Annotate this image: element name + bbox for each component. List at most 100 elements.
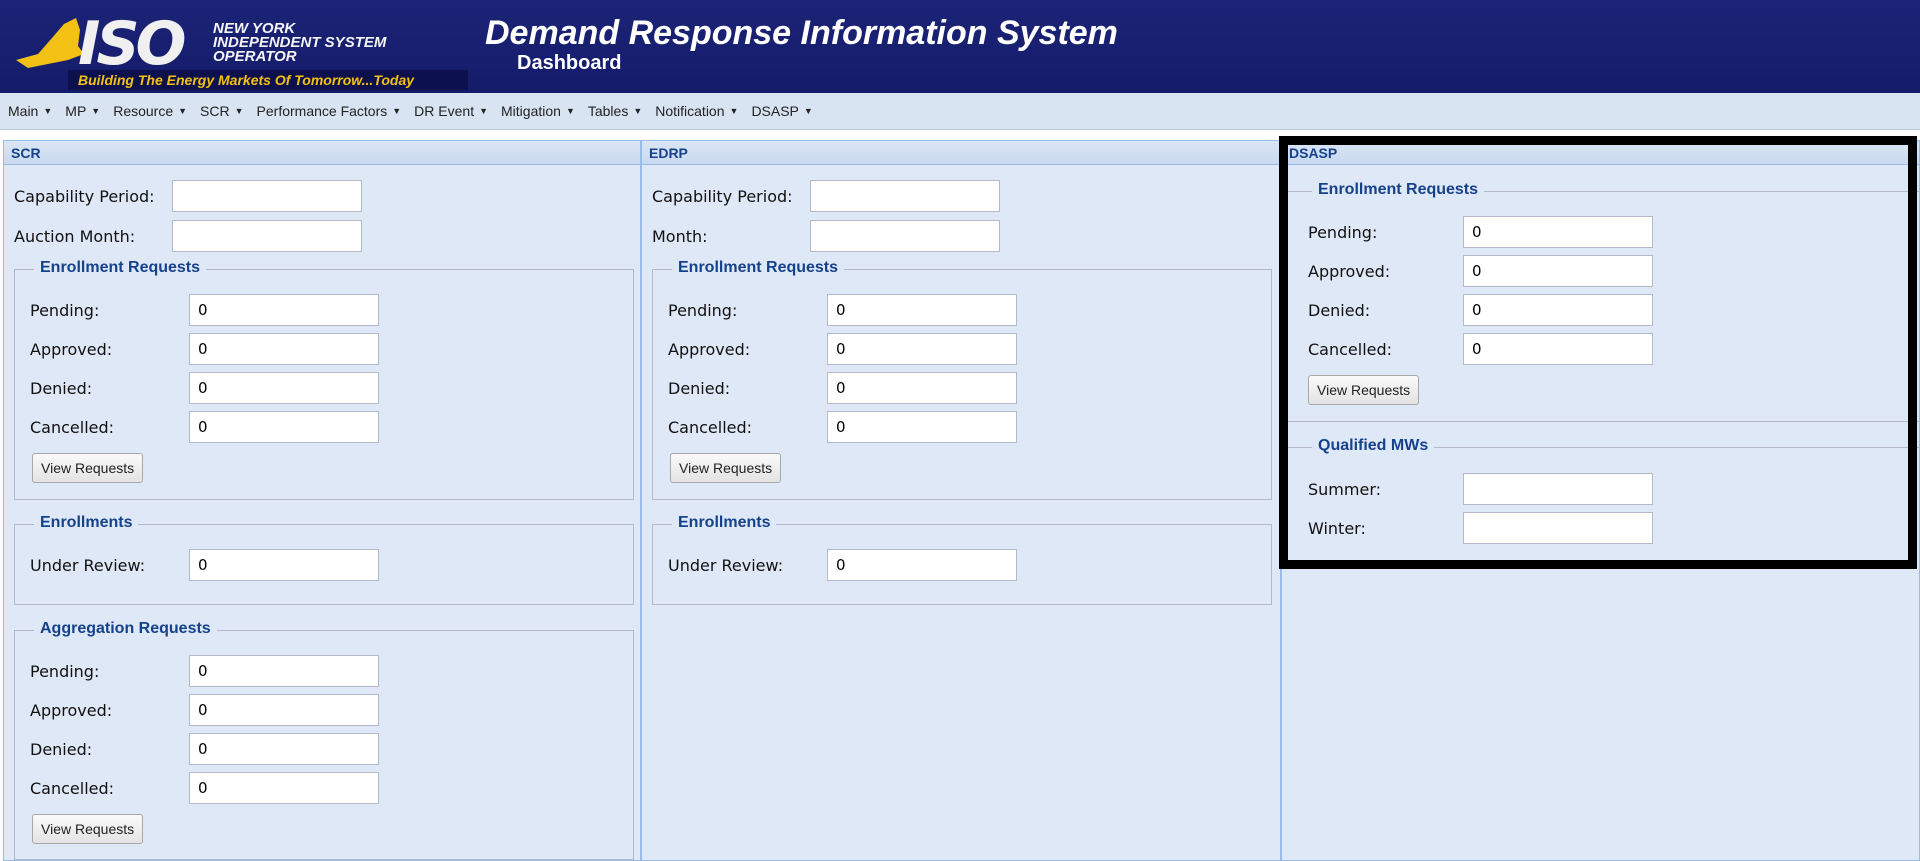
edrp-er-denied-input[interactable]: 0	[827, 372, 1017, 404]
dsasp-er-cancelled-input[interactable]: 0	[1463, 333, 1653, 365]
edrp-enrollments-legend: Enrollments	[672, 514, 777, 532]
edrp-capability-period-input[interactable]	[810, 180, 1000, 212]
edrp-er-cancelled-label: Cancelled:	[668, 417, 753, 437]
chevron-down-icon: ▼	[565, 106, 575, 116]
menu-resource[interactable]: Resource ▼	[113, 103, 187, 119]
scr-ar-denied-label: Denied:	[30, 739, 93, 759]
chevron-down-icon: ▼	[178, 106, 188, 116]
scr-under-review-label: Under Review:	[30, 555, 146, 575]
edrp-view-requests-button[interactable]: View Requests	[670, 453, 782, 483]
chevron-down-icon: ▼	[234, 106, 244, 116]
menu-dsasp-label: DSASP	[751, 103, 799, 119]
scr-er-approved-input[interactable]: 0	[189, 333, 379, 365]
dsasp-panel: DSASP Enrollment Requests Pending: 0 App…	[1281, 140, 1920, 861]
scr-ar-denied-input[interactable]: 0	[189, 733, 379, 765]
logo-tagline: Building The Energy Markets Of Tomorrow.…	[68, 70, 468, 90]
menu-notification[interactable]: Notification ▼	[655, 103, 738, 119]
edrp-under-review-label: Under Review:	[668, 555, 784, 575]
scr-er-pending-input[interactable]: 0	[189, 294, 379, 326]
edrp-panel: EDRP Capability Period: Month: Enrollmen…	[641, 140, 1281, 861]
menu-scr-label: SCR	[200, 103, 230, 119]
scr-ar-cancelled-label: Cancelled:	[30, 778, 115, 798]
dsasp-er-approved-input[interactable]: 0	[1463, 255, 1653, 287]
chevron-down-icon: ▼	[729, 106, 739, 116]
menu-mitigation-label: Mitigation	[501, 103, 561, 119]
edrp-er-cancelled-input[interactable]: 0	[827, 411, 1017, 443]
main-menu-bar: Main ▼ MP ▼ Resource ▼ SCR ▼ Performance Fac…	[0, 93, 1920, 130]
chevron-down-icon: ▼	[91, 106, 101, 116]
scr-er-pending-label: Pending:	[30, 300, 100, 320]
dsasp-summer-label: Summer:	[1308, 479, 1381, 499]
menu-scr[interactable]: SCR ▼	[200, 103, 243, 119]
dsasp-er-cancelled-label: Cancelled:	[1308, 339, 1393, 359]
edrp-er-denied-label: Denied:	[668, 378, 731, 398]
menu-performance-factors[interactable]: Performance Factors ▼	[257, 103, 402, 119]
dsasp-winter-input[interactable]	[1463, 512, 1653, 544]
menu-dsasp[interactable]: DSASP ▼	[751, 103, 812, 119]
scr-er-cancelled-label: Cancelled:	[30, 417, 115, 437]
scr-aggregation-requests-legend: Aggregation Requests	[34, 620, 217, 638]
menu-dr-event[interactable]: DR Event ▼	[414, 103, 488, 119]
dsasp-view-requests-button[interactable]: View Requests	[1308, 375, 1420, 405]
dsasp-enrollment-requests-legend: Enrollment Requests	[1312, 181, 1485, 199]
edrp-under-review-input[interactable]: 0	[827, 549, 1017, 581]
dsasp-er-denied-input[interactable]: 0	[1463, 294, 1653, 326]
nyiso-logo: ISO NEW YORK INDEPENDENT SYSTEM OPERATOR…	[8, 8, 468, 90]
dsasp-qualified-mws-legend: Qualified MWs	[1312, 437, 1435, 455]
edrp-panel-title: EDRP	[642, 141, 1280, 165]
scr-er-denied-input[interactable]: 0	[189, 372, 379, 404]
scr-ar-cancelled-input[interactable]: 0	[189, 772, 379, 804]
menu-dr-event-label: DR Event	[414, 103, 475, 119]
scr-panel-title: SCR	[4, 141, 640, 165]
app-header: ISO NEW YORK INDEPENDENT SYSTEM OPERATOR…	[0, 0, 1920, 93]
page-title: Demand Response Information System	[485, 14, 1118, 52]
menu-notification-label: Notification	[655, 103, 725, 119]
dsasp-panel-title: DSASP	[1282, 141, 1919, 165]
scr-ar-pending-label: Pending:	[30, 661, 100, 681]
menu-main[interactable]: Main ▼	[8, 103, 52, 119]
scr-er-denied-label: Denied:	[30, 378, 93, 398]
chevron-down-icon: ▼	[43, 106, 53, 116]
scr-er-cancelled-input[interactable]: 0	[189, 411, 379, 443]
logo-org-text: NEW YORK INDEPENDENT SYSTEM OPERATOR	[213, 20, 387, 65]
edrp-er-pending-input[interactable]: 0	[827, 294, 1017, 326]
scr-auction-month-input[interactable]	[172, 220, 362, 252]
edrp-er-pending-label: Pending:	[668, 300, 738, 320]
chevron-down-icon: ▼	[479, 106, 489, 116]
dsasp-er-approved-label: Approved:	[1308, 261, 1391, 281]
menu-resource-label: Resource	[113, 103, 174, 119]
dsasp-er-pending-input[interactable]: 0	[1463, 216, 1653, 248]
dsasp-er-denied-label: Denied:	[1308, 300, 1371, 320]
scr-ar-approved-label: Approved:	[30, 700, 113, 720]
dsasp-summer-input[interactable]	[1463, 473, 1653, 505]
logo-iso-text: ISO	[78, 9, 187, 79]
dsasp-winter-label: Winter:	[1308, 518, 1366, 538]
scr-capability-period-label: Capability Period:	[14, 186, 155, 206]
scr-ar-approved-input[interactable]: 0	[189, 694, 379, 726]
dsasp-section-divider	[1282, 421, 1920, 422]
menu-performance-factors-label: Performance Factors	[256, 103, 388, 119]
edrp-month-input[interactable]	[810, 220, 1000, 252]
menu-tables-label: Tables	[587, 103, 629, 119]
dsasp-er-pending-label: Pending:	[1308, 222, 1378, 242]
scr-enrollment-requests-legend: Enrollment Requests	[34, 259, 207, 277]
edrp-er-approved-label: Approved:	[668, 339, 751, 359]
edrp-capability-period-label: Capability Period:	[652, 186, 793, 206]
menu-main-label: Main	[8, 103, 39, 119]
chevron-down-icon: ▼	[633, 106, 643, 116]
scr-enrollments-legend: Enrollments	[34, 514, 139, 532]
scr-aggregation-view-requests-button[interactable]: View Requests	[32, 814, 144, 844]
menu-tables[interactable]: Tables ▼	[588, 103, 642, 119]
menu-mp[interactable]: MP ▼	[65, 103, 100, 119]
edrp-enrollment-requests-legend: Enrollment Requests	[672, 259, 845, 277]
scr-panel: SCR Capability Period: Auction Month: En…	[3, 140, 641, 861]
scr-view-requests-button[interactable]: View Requests	[32, 453, 144, 483]
menu-mp-label: MP	[65, 103, 87, 119]
chevron-down-icon: ▼	[803, 106, 813, 116]
edrp-er-approved-input[interactable]: 0	[827, 333, 1017, 365]
scr-capability-period-input[interactable]	[172, 180, 362, 212]
menu-mitigation[interactable]: Mitigation ▼	[501, 103, 575, 119]
chevron-down-icon: ▼	[392, 106, 402, 116]
scr-ar-pending-input[interactable]: 0	[189, 655, 379, 687]
scr-under-review-input[interactable]: 0	[189, 549, 379, 581]
